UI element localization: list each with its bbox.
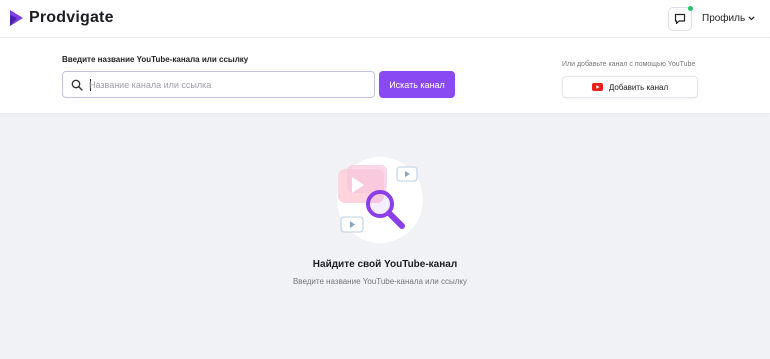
empty-state-subtitle: Введите название YouTube-канала или ссыл… (292, 277, 468, 286)
channel-search-field[interactable] (62, 71, 375, 98)
logo-icon (10, 10, 23, 26)
youtube-icon (591, 83, 603, 91)
brand-name: Prodvigate (29, 9, 114, 26)
add-channel-youtube-button[interactable]: Добавить канал (562, 76, 698, 98)
add-channel-label: Добавить канал (608, 82, 669, 92)
youtube-search-illustration (337, 157, 423, 243)
empty-state-title: Найдите свой YouTube-канал (312, 259, 458, 270)
search-title: Введите название YouTube-канала или ссыл… (62, 55, 249, 64)
profile-menu[interactable]: Профиль (702, 13, 755, 24)
notification-dot (688, 6, 693, 11)
chat-bubble-icon (674, 13, 686, 25)
channel-search-panel: Введите название YouTube-канала или ссыл… (0, 38, 770, 113)
search-channel-button[interactable]: Искать канал (379, 71, 455, 98)
search-icon (71, 79, 83, 91)
channel-search-input[interactable] (89, 76, 369, 94)
prodvigate-logo[interactable]: Prodvigate (9, 9, 114, 27)
top-navigation-bar: Prodvigate Профиль (0, 0, 770, 38)
chevron-down-icon (748, 16, 755, 21)
chat-button[interactable] (668, 6, 693, 31)
profile-label: Профиль (702, 13, 746, 24)
youtube-hint: Или добавьте канал с помощью YouTube (562, 61, 696, 68)
